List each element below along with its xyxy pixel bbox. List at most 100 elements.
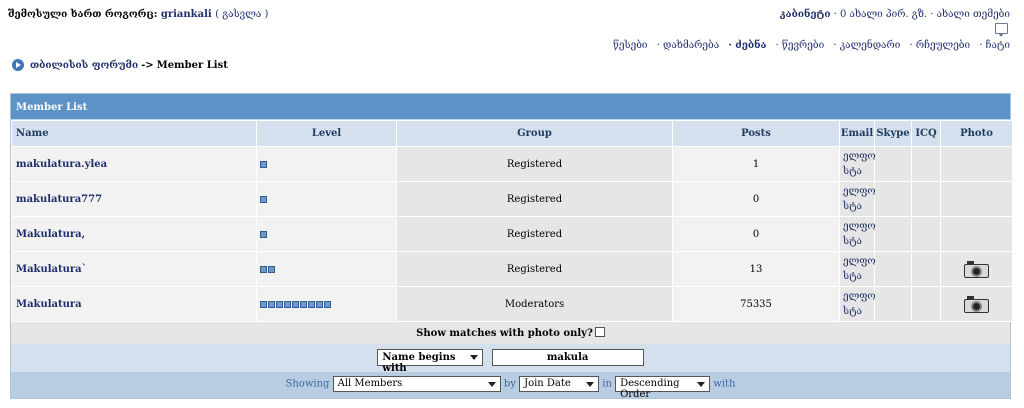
camera-lens	[971, 300, 982, 312]
nav-item-rules[interactable]: წესები	[613, 40, 647, 51]
member-level	[256, 181, 397, 217]
level-pip-icon	[292, 300, 299, 308]
level-pip-icon	[324, 300, 331, 308]
breadcrumb-current: Member List	[156, 59, 228, 71]
column-header-skype: Skype	[874, 120, 912, 147]
member-group: Moderators	[396, 286, 673, 322]
member-icq	[911, 216, 941, 252]
new-pm-link[interactable]: · 0 ახალი პირ. გზ.	[834, 9, 927, 20]
sort-field-select[interactable]: Join Date	[519, 376, 600, 392]
camera-lens	[971, 265, 982, 277]
chevron-down-icon	[487, 382, 496, 387]
member-email-link[interactable]: ელფო სტა	[839, 146, 876, 182]
board-title: Member List	[11, 94, 1010, 120]
level-pip-icon	[316, 300, 323, 308]
chevron-down-icon	[697, 382, 706, 387]
level-pip-icon	[276, 300, 283, 308]
column-header-group: Group	[396, 120, 673, 147]
member-photo	[940, 286, 1013, 322]
breadcrumb-separator: ->	[141, 59, 154, 71]
member-name-link[interactable]: Makulatura	[11, 286, 257, 322]
member-name-link[interactable]: makulatura777	[11, 181, 257, 217]
camera-icon[interactable]	[964, 260, 989, 278]
table-row: Makulatura Moderators 75335 ელფო სტა	[11, 286, 1013, 322]
level-pip-icon	[268, 265, 275, 273]
member-filter-value: All Members	[337, 378, 403, 389]
member-posts: 0	[672, 181, 840, 217]
sort-direction-select[interactable]: Descending Order	[615, 376, 711, 400]
nav-item-chat[interactable]: · ჩატი	[979, 40, 1010, 51]
login-prefix: შემოსული ხართ როგორც:	[8, 9, 158, 20]
sort-direction-value: Descending Order	[620, 378, 680, 400]
photo-only-checkbox[interactable]	[594, 327, 605, 337]
login-status: შემოსული ხართ როგორც: griankali ( გასვლა…	[8, 9, 268, 20]
member-icq	[911, 181, 941, 217]
member-photo	[940, 146, 1013, 182]
logout-link[interactable]: ( გასვლა )	[215, 9, 268, 20]
column-header-photo: Photo	[940, 120, 1013, 147]
nav-item-search[interactable]: · ძებნა	[728, 40, 766, 51]
member-name-link[interactable]: Makulatura,	[11, 216, 257, 252]
member-posts: 75335	[672, 286, 840, 322]
member-table: Name Level Group Posts Email Skype ICQ P…	[11, 120, 1013, 322]
search-row: Name begins with makula	[11, 344, 1010, 374]
member-filter-select[interactable]: All Members	[332, 376, 501, 392]
chevron-down-icon	[586, 382, 595, 387]
column-header-email: Email	[839, 120, 875, 147]
column-header-name[interactable]: Name	[11, 120, 257, 147]
breadcrumb: თბილისის ფორუმი -> Member List	[12, 59, 228, 71]
member-email-link[interactable]: ელფო სტა	[839, 251, 876, 287]
member-photo	[940, 216, 1013, 252]
level-pip-icon	[260, 230, 267, 238]
member-posts: 13	[672, 251, 840, 287]
message-icon[interactable]	[995, 23, 1008, 37]
member-email-link[interactable]: ელფო სტა	[839, 286, 876, 322]
cabinet-link[interactable]: კაბინეტი	[780, 9, 831, 20]
table-row: Makulatura` Registered 13 ელფო სტა	[11, 251, 1013, 287]
username-link[interactable]: griankali	[161, 9, 212, 20]
member-group: Registered	[396, 146, 673, 182]
member-level	[256, 216, 397, 252]
level-pip-icon	[260, 195, 267, 203]
nav-item-favorites[interactable]: · რჩეულები	[909, 40, 970, 51]
member-level	[256, 146, 397, 182]
level-pip-icon	[260, 300, 267, 308]
table-header-row: Name Level Group Posts Email Skype ICQ P…	[11, 120, 1013, 147]
nav-item-help[interactable]: · დახმარება	[657, 40, 719, 51]
table-row: makulatura.ylea Registered 1 ელფო სტა	[11, 146, 1013, 182]
table-row: makulatura777 Registered 0 ელფო სტა	[11, 181, 1013, 217]
user-menu: კაბინეტი · 0 ახალი პირ. გზ. · ახალი თემე…	[780, 9, 1010, 20]
member-name-link[interactable]: makulatura.ylea	[11, 146, 257, 182]
sort-field-value: Join Date	[524, 378, 571, 389]
member-level	[256, 286, 397, 322]
member-photo	[940, 181, 1013, 217]
nav-item-calendar[interactable]: · კალენდარი	[833, 40, 900, 51]
main-nav: წესები · დახმარება · ძებნა · წევრები · კ…	[607, 40, 1010, 51]
member-skype	[874, 216, 912, 252]
member-skype	[874, 181, 912, 217]
member-icq	[911, 286, 941, 322]
chevron-down-icon	[470, 355, 479, 360]
breadcrumb-forum-link[interactable]: თბილისის ფორუმი	[30, 60, 138, 71]
member-search-input[interactable]: makula	[491, 349, 644, 366]
sort-row: Showing All Members by Join Date in Desc…	[11, 372, 1010, 400]
in-label: in	[602, 378, 612, 390]
member-posts: 1	[672, 146, 840, 182]
member-skype	[874, 251, 912, 287]
member-group: Registered	[396, 181, 673, 217]
member-group: Registered	[396, 216, 673, 252]
member-photo	[940, 251, 1013, 287]
member-icq	[911, 251, 941, 287]
nav-item-members[interactable]: · წევრები	[776, 40, 825, 51]
member-level	[256, 251, 397, 287]
member-email-link[interactable]: ელფო სტა	[839, 216, 876, 252]
member-icq	[911, 146, 941, 182]
level-pip-icon	[308, 300, 315, 308]
new-topics-link[interactable]: · ახალი თემები	[930, 9, 1010, 20]
member-email-link[interactable]: ელფო სტა	[839, 181, 876, 217]
member-name-link[interactable]: Makulatura`	[11, 251, 257, 287]
search-mode-select[interactable]: Name begins with	[377, 349, 484, 374]
with-label: with	[713, 378, 736, 390]
camera-icon[interactable]	[964, 295, 989, 313]
by-label: by	[503, 378, 516, 390]
